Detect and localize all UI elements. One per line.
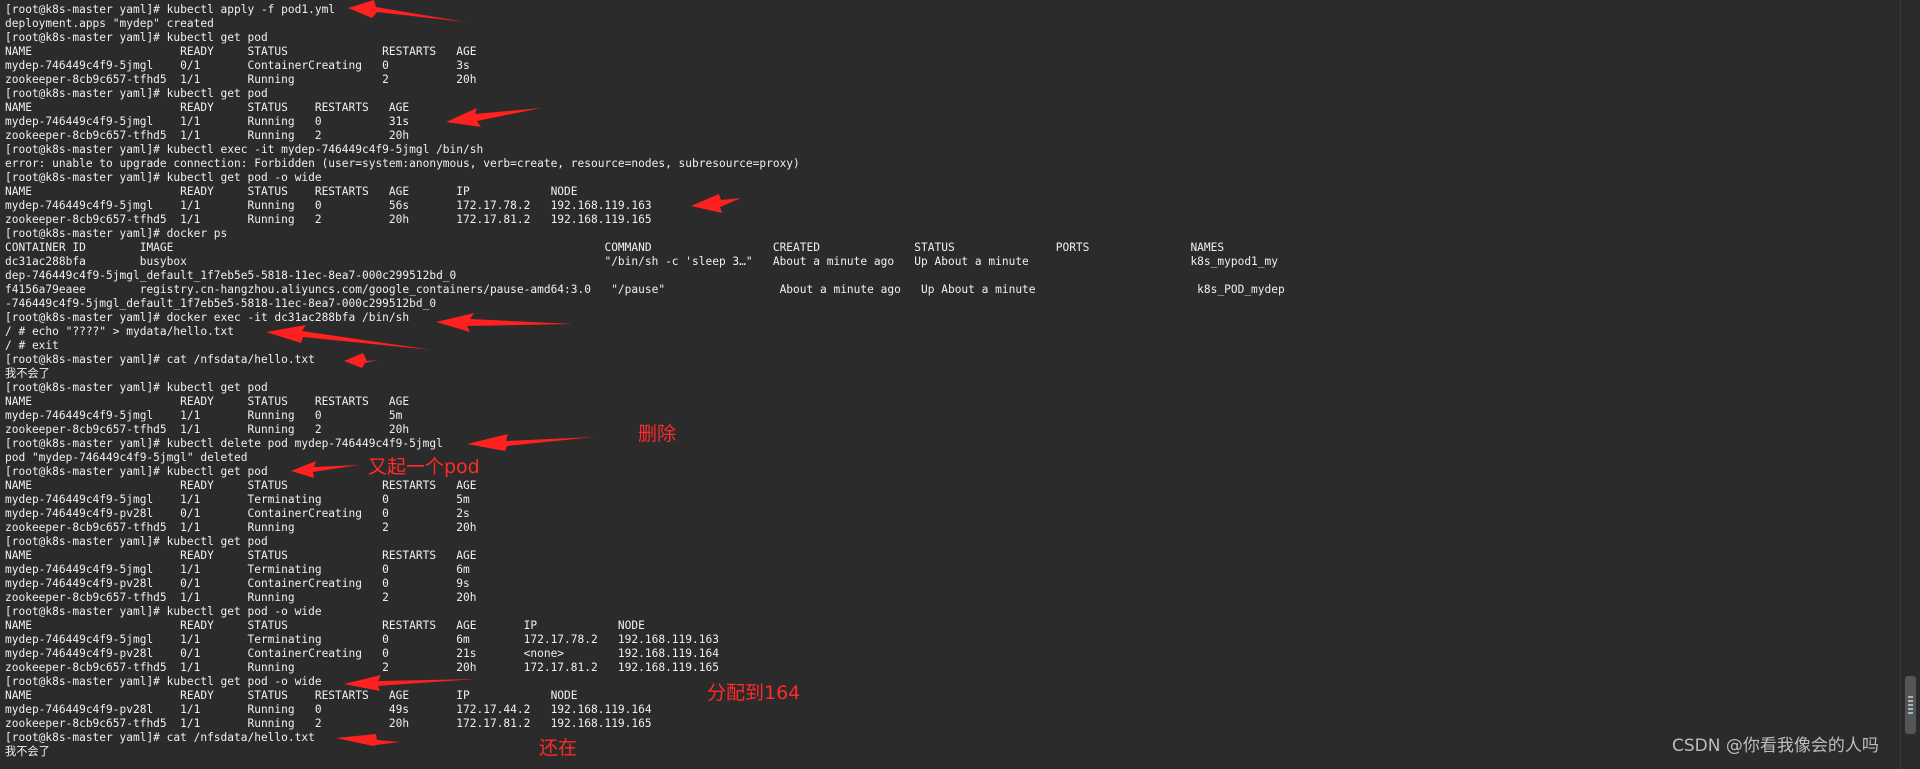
- terminal-line: mydep-746449c4f9-5jmgl 1/1 Running 0 56s…: [5, 199, 652, 212]
- terminal-line: zookeeper-8cb9c657-tfhd5 1/1 Running 2 2…: [5, 423, 410, 436]
- terminal-line: dc31ac288bfa busybox "/bin/sh -c 'sleep …: [5, 255, 1278, 268]
- terminal-line: [root@k8s-master yaml]# kubectl get pod: [5, 381, 268, 394]
- annotation-assigned: 分配到164: [707, 682, 801, 704]
- terminal-line: 我不会了: [5, 367, 50, 380]
- terminal-line: mydep-746449c4f9-5jmgl 1/1 Terminating 0…: [5, 493, 470, 506]
- terminal-line: error: unable to upgrade connection: For…: [5, 157, 800, 170]
- terminal-line: zookeeper-8cb9c657-tfhd5 1/1 Running 2 2…: [5, 213, 652, 226]
- terminal-line: NAME READY STATUS RESTARTS AGE IP NODE: [5, 619, 645, 632]
- terminal-line: NAME READY STATUS RESTARTS AGE: [5, 45, 477, 58]
- terminal-line: / # echo "????" > mydata/hello.txt: [5, 325, 235, 338]
- csdn-watermark: CSDN @你看我像会的人吗: [1672, 736, 1879, 756]
- scrollbar-thumb[interactable]: [1905, 676, 1916, 734]
- terminal-line: zookeeper-8cb9c657-tfhd5 1/1 Running 2 2…: [5, 661, 719, 674]
- terminal-line: mydep-746449c4f9-pv28l 0/1 ContainerCrea…: [5, 507, 470, 520]
- terminal-line: [root@k8s-master yaml]# cat /nfsdata/hel…: [5, 353, 315, 366]
- terminal-line: [root@k8s-master yaml]# kubectl get pod: [5, 31, 268, 44]
- terminal-line: [root@k8s-master yaml]# kubectl get pod: [5, 87, 268, 100]
- terminal-line: mydep-746449c4f9-pv28l 1/1 Running 0 49s…: [5, 703, 652, 716]
- terminal-line: [root@k8s-master yaml]# docker ps: [5, 227, 228, 240]
- annotation-still-there: 还在: [539, 737, 578, 759]
- scrollbar-grip-icon: [1908, 696, 1913, 716]
- annotation-delete: 删除: [638, 423, 677, 445]
- terminal-line: [root@k8s-master yaml]# kubectl get pod …: [5, 171, 322, 184]
- terminal-line: -746449c4f9-5jmgl_default_1f7eb5e5-5818-…: [5, 297, 437, 310]
- terminal-line: mydep-746449c4f9-pv28l 0/1 ContainerCrea…: [5, 577, 470, 590]
- terminal-line: f4156a79eaee registry.cn-hangzhou.aliyun…: [5, 283, 1285, 296]
- terminal-line: CONTAINER ID IMAGE COMMAND CREATED STATU…: [5, 241, 1225, 254]
- terminal-line: mydep-746449c4f9-5jmgl 0/1 ContainerCrea…: [5, 59, 470, 72]
- terminal-line: zookeeper-8cb9c657-tfhd5 1/1 Running 2 2…: [5, 73, 477, 86]
- terminal-line: / # exit: [5, 339, 59, 352]
- terminal-line: zookeeper-8cb9c657-tfhd5 1/1 Running 2 2…: [5, 129, 410, 142]
- terminal-line: mydep-746449c4f9-5jmgl 1/1 Running 0 31s: [5, 115, 410, 128]
- terminal-line: mydep-746449c4f9-5jmgl 1/1 Running 0 5m: [5, 409, 403, 422]
- terminal-window[interactable]: [root@k8s-master yaml]# kubectl apply -f…: [0, 0, 1900, 769]
- terminal-line: NAME READY STATUS RESTARTS AGE: [5, 101, 410, 114]
- terminal-line: [root@k8s-master yaml]# kubectl get pod: [5, 465, 268, 478]
- terminal-line: mydep-746449c4f9-5jmgl 1/1 Terminating 0…: [5, 633, 719, 646]
- terminal-line: pod "mydep-746449c4f9-5jmgl" deleted: [5, 451, 248, 464]
- terminal-line: NAME READY STATUS RESTARTS AGE: [5, 479, 477, 492]
- terminal-line: mydep-746449c4f9-5jmgl 1/1 Terminating 0…: [5, 563, 470, 576]
- terminal-line: [root@k8s-master yaml]# kubectl exec -it…: [5, 143, 484, 156]
- terminal-line: zookeeper-8cb9c657-tfhd5 1/1 Running 2 2…: [5, 717, 652, 730]
- terminal-line: [root@k8s-master yaml]# cat /nfsdata/hel…: [5, 731, 315, 744]
- terminal-line: zookeeper-8cb9c657-tfhd5 1/1 Running 2 2…: [5, 591, 477, 604]
- terminal-line: [root@k8s-master yaml]# docker exec -it …: [5, 311, 410, 324]
- terminal-line: NAME READY STATUS RESTARTS AGE: [5, 395, 410, 408]
- terminal-line: dep-746449c4f9-5jmgl_default_1f7eb5e5-58…: [5, 269, 457, 282]
- annotation-new-pod: 又起一个pod: [368, 456, 480, 478]
- terminal-line: [root@k8s-master yaml]# kubectl delete p…: [5, 437, 443, 450]
- terminal-line: [root@k8s-master yaml]# kubectl get pod: [5, 535, 268, 548]
- terminal-line: mydep-746449c4f9-pv28l 0/1 ContainerCrea…: [5, 647, 719, 660]
- terminal-line: [root@k8s-master yaml]# kubectl get pod …: [5, 675, 322, 688]
- terminal-line: [root@k8s-master yaml]# kubectl get pod …: [5, 605, 322, 618]
- terminal-scrollbar[interactable]: [1900, 0, 1920, 769]
- terminal-line: [root@k8s-master yaml]# kubectl apply -f…: [5, 3, 336, 16]
- terminal-line: NAME READY STATUS RESTARTS AGE IP NODE: [5, 185, 578, 198]
- terminal-line: deployment.apps "mydep" created: [5, 17, 214, 30]
- terminal-line: NAME READY STATUS RESTARTS AGE IP NODE: [5, 689, 578, 702]
- terminal-line: NAME READY STATUS RESTARTS AGE: [5, 549, 477, 562]
- terminal-line: zookeeper-8cb9c657-tfhd5 1/1 Running 2 2…: [5, 521, 477, 534]
- terminal-line: 我不会了: [5, 745, 50, 758]
